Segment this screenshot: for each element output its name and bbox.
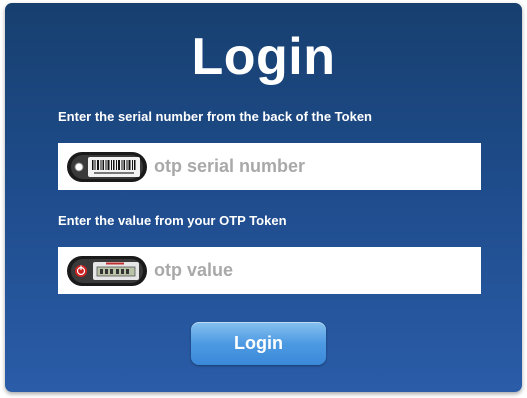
otp-value-input[interactable] bbox=[154, 255, 469, 286]
token-barcode-icon bbox=[67, 151, 147, 182]
serial-number-field[interactable] bbox=[58, 143, 481, 190]
otp-value-field[interactable] bbox=[58, 247, 481, 294]
token-display-icon bbox=[67, 255, 147, 286]
serial-number-label: Enter the serial number from the back of… bbox=[58, 109, 372, 124]
page-title: Login bbox=[191, 28, 336, 86]
serial-number-input[interactable] bbox=[154, 151, 469, 182]
otp-value-label: Enter the value from your OTP Token bbox=[58, 213, 287, 228]
login-button[interactable]: Login bbox=[191, 322, 326, 365]
